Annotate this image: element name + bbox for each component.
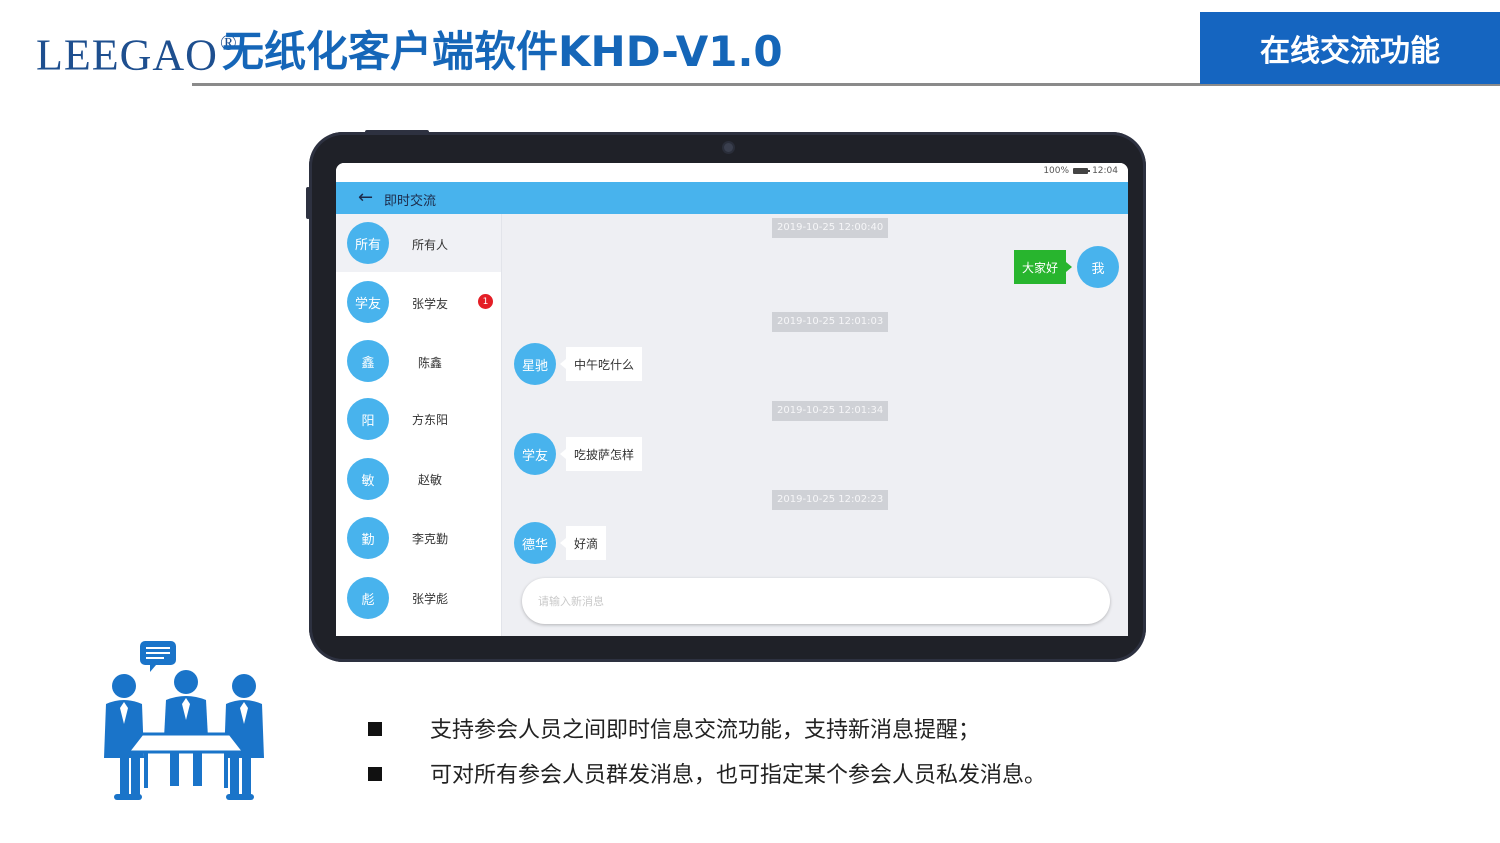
message-timestamp: 2019-10-25 12:01:34 bbox=[772, 401, 889, 421]
avatar: 敏 bbox=[347, 458, 389, 500]
contact-name: 方东阳 bbox=[411, 413, 448, 427]
avatar: 阳 bbox=[347, 398, 389, 440]
avatar: 学友 bbox=[514, 433, 556, 475]
contact-item[interactable]: 彪 张学彪 bbox=[336, 562, 501, 620]
message-input[interactable] bbox=[522, 578, 1110, 624]
contact-item-all[interactable]: 所有 所有人 bbox=[336, 214, 501, 272]
bullet-square-icon bbox=[368, 722, 382, 736]
avatar: 所有 bbox=[347, 222, 389, 264]
avatar: 学友 bbox=[347, 281, 389, 323]
bullet-square-icon bbox=[368, 767, 382, 781]
app-bar-title: 即时交流 bbox=[384, 194, 437, 209]
message-timestamp: 2019-10-25 12:02:23 bbox=[772, 490, 889, 510]
contact-item[interactable]: 勤 李克勤 bbox=[336, 504, 501, 562]
feature-text: 支持参会人员之间即时信息交流功能，支持新消息提醒； bbox=[430, 718, 981, 743]
status-bar: 100% 12:04 bbox=[336, 163, 1128, 182]
tablet-power-button bbox=[365, 130, 429, 134]
contact-item[interactable]: 鑫 陈鑫 bbox=[336, 330, 501, 388]
unread-badge: 1 bbox=[478, 294, 493, 309]
brand-name: LEEGAO bbox=[36, 30, 218, 80]
app-bar: ← 即时交流 bbox=[336, 182, 1128, 214]
avatar: 勤 bbox=[347, 517, 389, 559]
feature-item: 支持参会人员之间即时信息交流功能，支持新消息提醒； bbox=[368, 712, 980, 744]
contact-item[interactable]: 学友 张学友 1 bbox=[336, 272, 501, 330]
avatar: 鑫 bbox=[347, 340, 389, 382]
battery-icon bbox=[1073, 168, 1091, 174]
contact-name: 赵敏 bbox=[417, 473, 442, 487]
message-bubble-incoming: 好滴 bbox=[559, 526, 607, 560]
tablet-screen: 100% 12:04 ← 即时交流 所有 所有人 学友 张学友 1 鑫 陈鑫 阳… bbox=[336, 163, 1128, 636]
battery-percent: 100% bbox=[1043, 166, 1070, 176]
brand-logo: LEEGAO® bbox=[36, 22, 238, 81]
contact-name: 李克勤 bbox=[411, 532, 448, 546]
message-bubble-outgoing: 大家好 bbox=[1014, 250, 1073, 284]
contact-item[interactable]: 阳 方东阳 bbox=[336, 388, 501, 446]
contact-name: 陈鑫 bbox=[417, 356, 442, 370]
contact-name: 所有人 bbox=[411, 238, 448, 252]
meeting-people-icon bbox=[104, 641, 264, 800]
contact-name: 张学彪 bbox=[411, 592, 448, 606]
message-timestamp: 2019-10-25 12:01:03 bbox=[772, 312, 889, 332]
contact-list[interactable]: 所有 所有人 学友 张学友 1 鑫 陈鑫 阳 方东阳 敏 赵敏 勤 李克勤 彪 … bbox=[336, 214, 502, 636]
feature-item: 可对所有参会人员群发消息，也可指定某个参会人员私发消息。 bbox=[368, 757, 1046, 789]
avatar: 星驰 bbox=[514, 343, 556, 385]
avatar: 德华 bbox=[514, 522, 556, 564]
avatar: 我 bbox=[1077, 246, 1119, 288]
feature-text: 可对所有参会人员群发消息，也可指定某个参会人员私发消息。 bbox=[430, 763, 1047, 788]
contact-name: 张学友 bbox=[411, 297, 448, 311]
feature-tab[interactable]: 在线交流功能 bbox=[1200, 12, 1500, 84]
product-title: 无纸化客户端软件KHD-V1.0 bbox=[222, 27, 783, 76]
arrow-left-icon[interactable]: ← bbox=[358, 188, 373, 208]
contact-item[interactable]: 敏 赵敏 bbox=[336, 446, 501, 504]
message-bubble-incoming: 中午吃什么 bbox=[559, 347, 643, 381]
avatar: 彪 bbox=[347, 577, 389, 619]
message-bubble-incoming: 吃披萨怎样 bbox=[559, 437, 643, 471]
chat-panel: 2019-10-25 12:00:40 大家好 我 2019-10-25 12:… bbox=[502, 214, 1128, 636]
camera-icon bbox=[724, 143, 733, 152]
message-timestamp: 2019-10-25 12:00:40 bbox=[772, 218, 889, 238]
status-indicators: 100% 12:04 bbox=[1043, 166, 1118, 176]
status-time: 12:04 bbox=[1092, 166, 1118, 176]
tablet-volume-button bbox=[306, 187, 310, 219]
